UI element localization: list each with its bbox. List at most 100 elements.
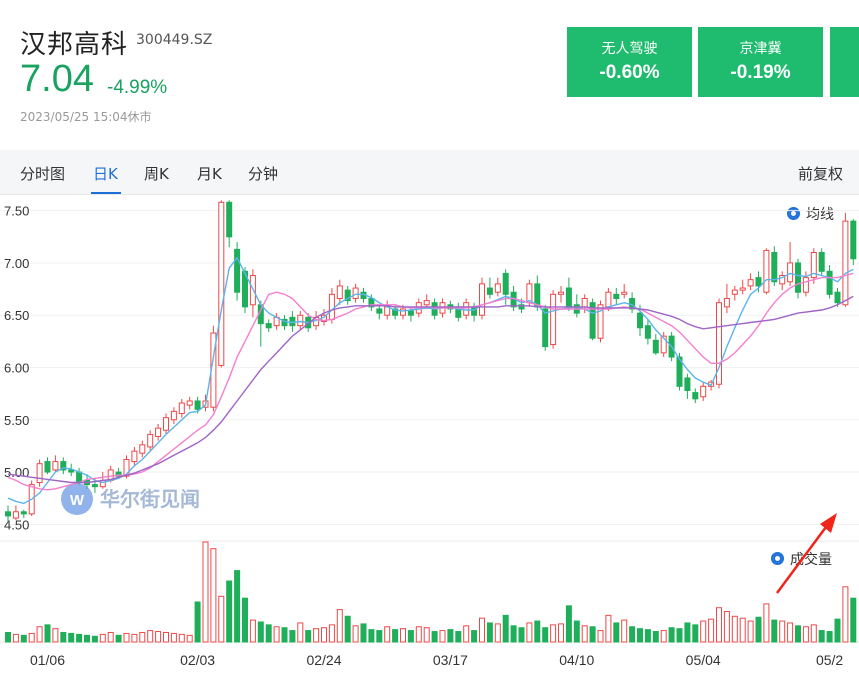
adjust-toggle[interactable]: 前复权 (798, 163, 843, 184)
candle (234, 242, 241, 301)
volume-bar (242, 597, 248, 643)
volume-bar (558, 623, 564, 643)
candle (494, 277, 501, 297)
volume-bar (550, 624, 557, 643)
candle-body (297, 314, 304, 327)
tab-timeshare[interactable]: 分时图 (20, 163, 65, 184)
candle-body (91, 484, 98, 488)
volume-bar (795, 625, 801, 643)
volume-bar (36, 626, 43, 643)
candle-body (542, 308, 549, 348)
candle (455, 302, 462, 322)
x-tick-label: 02/24 (306, 652, 341, 668)
candle-body (226, 201, 233, 238)
volume-bar (273, 626, 280, 643)
volume-bar (313, 628, 320, 643)
candle-body (795, 262, 801, 293)
volume-bar (170, 632, 177, 643)
volume-bar (139, 631, 146, 643)
tab-minute[interactable]: 分钟 (248, 163, 278, 184)
candle-body (652, 339, 659, 354)
candle-body (76, 471, 83, 483)
candle-body (731, 289, 738, 295)
volume-bar (218, 595, 225, 643)
volume-bar (68, 632, 75, 643)
volume-bar (12, 633, 19, 643)
tab-monthly-k[interactable]: 月K (197, 163, 222, 184)
volume-bar (455, 631, 462, 643)
candle (795, 258, 801, 299)
candle (700, 382, 707, 401)
candle (731, 285, 738, 301)
candle (716, 298, 722, 389)
candle-body (194, 400, 201, 410)
volume-bar (297, 622, 304, 643)
candle (723, 283, 730, 314)
tab-weekly-k[interactable]: 周K (144, 163, 169, 184)
x-tick-label: 01/06 (30, 652, 65, 668)
candle-body (463, 302, 470, 316)
candle (621, 283, 628, 299)
watermark: W 华尔街见闻 (61, 483, 200, 515)
candle-body (558, 291, 564, 295)
y-tick-label: 6.50 (4, 308, 29, 323)
candle (384, 300, 391, 320)
sector-card-3[interactable] (830, 27, 859, 97)
candle-body (376, 308, 383, 314)
candle-body (5, 511, 11, 517)
volume-bar (147, 630, 154, 643)
sector-change: -0.19% (730, 62, 791, 83)
candle-body (763, 249, 770, 293)
volume-bar (376, 630, 383, 643)
volume-bar (155, 631, 162, 643)
volume-bar (28, 632, 35, 643)
volume-bar (810, 624, 817, 643)
volume-bar (621, 619, 628, 643)
candle-body (494, 283, 501, 293)
volume-bar (652, 631, 659, 643)
candle (558, 285, 564, 303)
annotation-arrow-icon (775, 513, 837, 594)
y-tick-label: 7.00 (4, 256, 29, 271)
candle (139, 440, 146, 458)
candle-body (834, 291, 841, 304)
candle-body (486, 287, 493, 295)
volume-bar (463, 625, 470, 643)
volume-bar (305, 630, 312, 643)
stock-name: 汉邦高科 (20, 30, 129, 60)
volume-bar (392, 629, 399, 643)
volume-bar (479, 617, 485, 643)
tab-daily-k[interactable]: 日K (93, 163, 118, 184)
volume-bar (336, 609, 343, 643)
candle (463, 298, 470, 320)
candle-body (755, 277, 762, 287)
volume-bar (526, 622, 533, 643)
volume-bar (739, 617, 746, 643)
volume-bar (321, 627, 327, 643)
volume-bar (565, 605, 572, 643)
candle-body (850, 220, 857, 260)
volume-bar (163, 631, 169, 643)
kline-chart[interactable]: 7.507.006.506.005.505.004.50 W 华尔街见闻 01/… (0, 195, 859, 678)
candle-body (131, 450, 138, 463)
sector-card-2[interactable]: 京津冀 -0.19% (698, 27, 823, 97)
volume-bar (510, 625, 517, 643)
volume-bar (471, 630, 478, 643)
sector-card-1[interactable]: 无人驾驶 -0.60% (567, 27, 692, 97)
candle (763, 248, 770, 295)
candle-body (218, 201, 225, 366)
candle-body (502, 272, 509, 295)
volume-bar (360, 623, 367, 643)
candle-body (550, 293, 557, 346)
candle-body (787, 262, 794, 283)
y-tick-label: 7.50 (4, 204, 29, 219)
volume-bar (802, 626, 809, 643)
candle (573, 294, 580, 318)
volume-bar (194, 601, 201, 643)
volume-bar (52, 628, 59, 643)
candle (155, 423, 162, 441)
volume-bar (818, 630, 825, 643)
candle (684, 373, 691, 399)
stock-price: 7.04 (20, 58, 94, 100)
volume-bar (605, 614, 612, 643)
